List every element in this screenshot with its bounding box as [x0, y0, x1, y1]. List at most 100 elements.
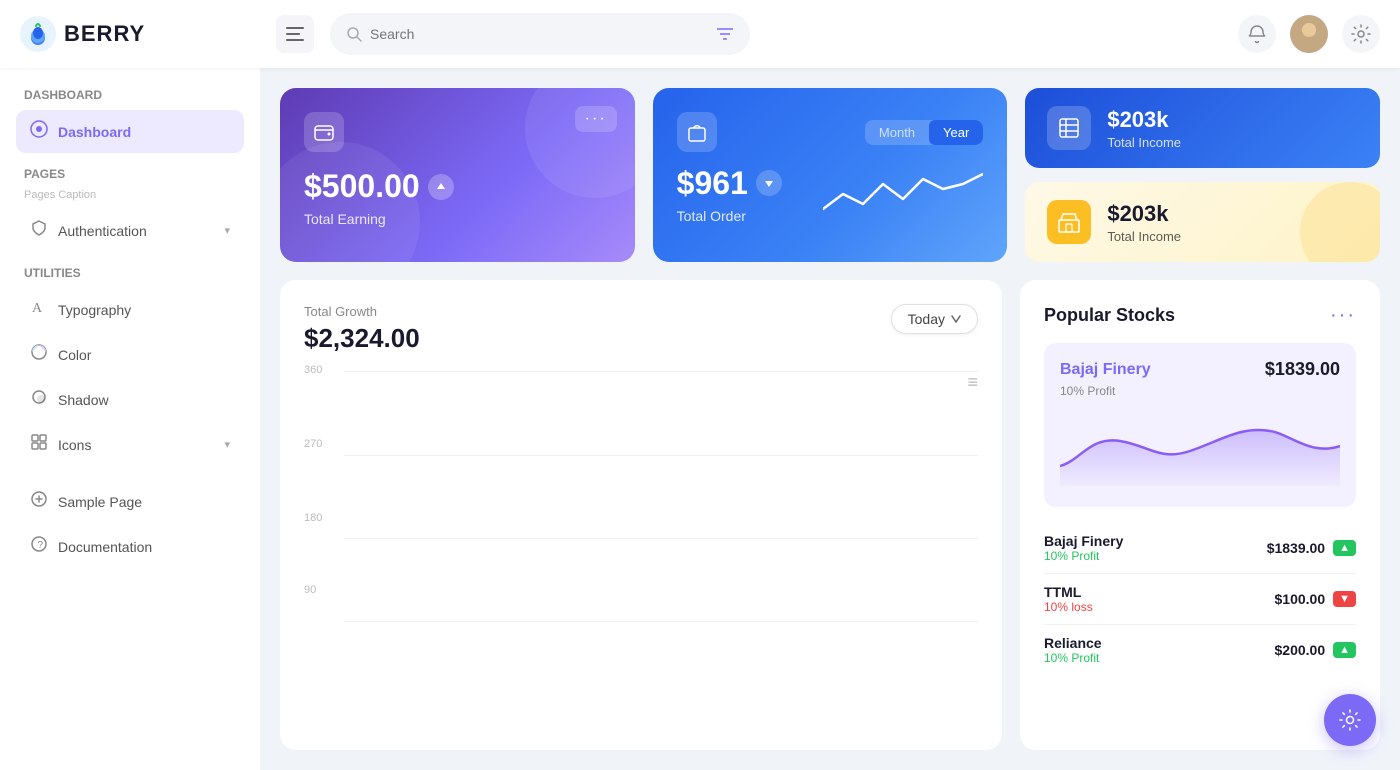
toggle-month[interactable]: Month	[865, 120, 929, 145]
dashboard-icon	[30, 120, 48, 143]
earning-trend-badge	[428, 174, 454, 200]
stock-ttml-profit: 10% loss	[1044, 600, 1093, 614]
chart-title-label: Total Growth	[304, 304, 420, 319]
sample-page-label: Sample Page	[58, 494, 142, 510]
authentication-label: Authentication	[58, 223, 147, 239]
filter-icon[interactable]	[716, 26, 734, 42]
income-yellow-icon	[1047, 200, 1091, 244]
documentation-icon: ?	[30, 535, 48, 558]
income-blue-text: $203k Total Income	[1107, 107, 1181, 150]
y-label-180: 180	[304, 512, 322, 524]
sidebar-section-pages: Pages	[16, 167, 244, 181]
sidebar-item-color[interactable]: Color	[16, 333, 244, 376]
order-trend-badge	[756, 170, 782, 196]
sidebar-item-authentication[interactable]: Authentication ▾	[16, 209, 244, 252]
featured-stock-chart	[1060, 406, 1340, 486]
stock-reliance-left: Reliance 10% Profit	[1044, 635, 1102, 665]
order-card: Month Year $961 Total Order	[653, 88, 1008, 262]
search-bar	[330, 13, 750, 55]
app-name: BERRY	[64, 21, 145, 47]
order-mini-chart	[823, 164, 983, 224]
cards-row: ··· $500.00 Total Earning	[280, 88, 1380, 262]
featured-stock-top: Bajaj Finery $1839.00	[1060, 359, 1340, 380]
stock-reliance-right: $200.00 ▲	[1275, 642, 1357, 658]
sidebar-section-utilities: Utilities	[16, 266, 244, 280]
stock-reliance-profit: 10% Profit	[1044, 651, 1102, 665]
sidebar-item-icons[interactable]: Icons ▾	[16, 423, 244, 466]
income-cards-col: $203k Total Income $203k Total	[1025, 88, 1380, 262]
order-card-icon	[677, 112, 717, 152]
featured-stock-profit: 10% Profit	[1060, 384, 1340, 398]
gear-icon	[1351, 24, 1371, 44]
earning-label: Total Earning	[304, 211, 611, 227]
fab-button[interactable]	[1324, 694, 1376, 746]
shadow-icon	[30, 388, 48, 411]
stock-bajaj-name: Bajaj Finery	[1044, 533, 1123, 549]
nav-right	[1238, 15, 1380, 53]
income-yellow-card: $203k Total Income	[1025, 182, 1380, 262]
search-input[interactable]	[370, 26, 708, 42]
stock-list: Bajaj Finery 10% Profit $1839.00 ▲ TTML …	[1044, 523, 1356, 675]
typography-label: Typography	[58, 302, 131, 318]
typography-icon: A	[30, 298, 48, 321]
featured-stock-price: $1839.00	[1265, 359, 1340, 380]
authentication-arrow: ▾	[224, 224, 230, 237]
earning-card-icon	[304, 112, 344, 152]
wallet-icon	[313, 121, 335, 143]
sidebar-item-shadow[interactable]: Shadow	[16, 378, 244, 421]
sidebar: Dashboard Dashboard Pages Pages Caption …	[0, 68, 260, 770]
income-blue-amount: $203k	[1107, 107, 1181, 133]
sidebar-item-documentation[interactable]: ? Documentation	[16, 525, 244, 568]
authentication-icon	[30, 219, 48, 242]
logo: BERRY	[20, 16, 260, 52]
documentation-label: Documentation	[58, 539, 152, 555]
stock-row-bajaj: Bajaj Finery 10% Profit $1839.00 ▲	[1044, 523, 1356, 574]
stock-row-reliance: Reliance 10% Profit $200.00 ▲	[1044, 625, 1356, 675]
earning-amount: $500.00	[304, 168, 611, 205]
earning-more-button[interactable]: ···	[575, 106, 617, 132]
stock-reliance-badge: ▲	[1333, 642, 1356, 658]
sidebar-item-sample-page[interactable]: Sample Page	[16, 480, 244, 523]
stock-ttml-left: TTML 10% loss	[1044, 584, 1093, 614]
sidebar-section-dashboard: Dashboard	[16, 88, 244, 102]
stocks-header: Popular Stocks ···	[1044, 304, 1356, 327]
y-label-90: 90	[304, 584, 316, 596]
stock-reliance-price: $200.00	[1275, 642, 1326, 658]
shadow-label: Shadow	[58, 392, 109, 408]
fab-gear-icon	[1338, 708, 1362, 732]
color-label: Color	[58, 347, 91, 363]
bag-icon	[686, 121, 708, 143]
notification-button[interactable]	[1238, 15, 1276, 53]
settings-button[interactable]	[1342, 15, 1380, 53]
stock-ttml-name: TTML	[1044, 584, 1093, 600]
toggle-year[interactable]: Year	[929, 120, 983, 145]
icons-arrow: ▾	[224, 438, 230, 451]
avatar[interactable]	[1290, 15, 1328, 53]
chart-amount: $2,324.00	[304, 323, 420, 354]
sidebar-item-typography[interactable]: A Typography	[16, 288, 244, 331]
bars-area	[342, 372, 978, 622]
layout: Dashboard Dashboard Pages Pages Caption …	[0, 68, 1400, 770]
svg-text:A: A	[32, 301, 43, 316]
chart-title-block: Total Growth $2,324.00	[304, 304, 420, 354]
income-blue-label: Total Income	[1107, 135, 1181, 150]
stocks-more-button[interactable]: ···	[1330, 304, 1356, 327]
order-card-bottom: $961 Total Order	[677, 164, 984, 224]
search-icon	[346, 26, 362, 42]
sidebar-item-dashboard[interactable]: Dashboard	[16, 110, 244, 153]
chart-filter-button[interactable]: Today	[891, 304, 978, 334]
menu-button[interactable]	[276, 15, 314, 53]
income-blue-card: $203k Total Income	[1025, 88, 1380, 168]
stocks-card: Popular Stocks ··· Bajaj Finery $1839.00…	[1020, 280, 1380, 750]
stock-reliance-name: Reliance	[1044, 635, 1102, 651]
featured-stock: Bajaj Finery $1839.00 10% Profit	[1044, 343, 1356, 507]
pages-caption: Pages Caption	[16, 189, 244, 201]
stock-ttml-price: $100.00	[1275, 591, 1326, 607]
order-label: Total Order	[677, 208, 782, 224]
color-icon	[30, 343, 48, 366]
stock-bajaj-right: $1839.00 ▲	[1267, 540, 1356, 556]
income-blue-icon	[1047, 106, 1091, 150]
order-amount: $961	[677, 165, 782, 202]
income-yellow-label: Total Income	[1107, 229, 1181, 244]
stock-ttml-badge: ▼	[1333, 591, 1356, 607]
